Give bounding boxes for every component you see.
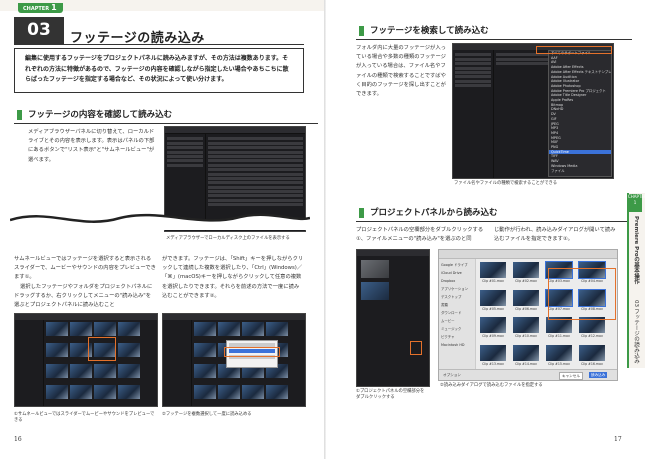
- file-name: Clip #14.mov: [515, 361, 537, 366]
- paragraph-1: メディアブラウザーパネルに切り替えて、ローカルドライブとその内容を表示します。表…: [28, 129, 155, 163]
- dialog-file-item[interactable]: Clip #15.mov: [544, 344, 574, 370]
- dialog-file-item[interactable]: Clip #12.mov: [577, 317, 607, 342]
- chapter-number: 1: [51, 3, 57, 12]
- dialog-sidebar-item[interactable]: ピクチャ: [439, 333, 475, 341]
- highlight-box-2: [224, 347, 280, 357]
- highlight-selected-files: [548, 268, 616, 320]
- heading-project-panel: プロジェクトパネルから読み込む: [356, 205, 632, 222]
- dialog-file-item[interactable]: Clip #02.mov: [511, 262, 541, 287]
- file-name: Clip #16.mov: [581, 361, 603, 366]
- dialog-file-item[interactable]: Clip #09.mov: [478, 317, 508, 342]
- file-thumbnail: [513, 289, 539, 306]
- heading-content-check: フッテージの内容を確認して読み込む: [14, 107, 318, 124]
- paragraph-3: ができます。フッテージは、「Shift」キーを押しながらクリックして連続した複数…: [162, 256, 304, 299]
- file-name: Clip #11.mov: [548, 334, 570, 338]
- import-button[interactable]: 読み込み: [589, 372, 608, 378]
- file-name: Clip #15.mov: [548, 361, 570, 366]
- page-number-right: 17: [614, 436, 622, 443]
- intro-box: 編集に使用するフッテージをプロジェクトパネルに読み込みますが、その方法は複数あり…: [14, 48, 304, 93]
- file-thumbnail: [480, 262, 506, 278]
- dialog-sidebar-item[interactable]: アプリケーション: [439, 285, 475, 293]
- caption-search: ファイル名やファイルの種類で検索することができる: [454, 181, 558, 186]
- file-thumbnail: [579, 344, 605, 361]
- dialog-sidebar-item[interactable]: Dropbox: [439, 277, 475, 285]
- highlight-search-field: [536, 46, 612, 54]
- dialog-sidebar-item[interactable]: 書類: [439, 301, 475, 309]
- dialog-file-item[interactable]: Clip #11.mov: [544, 317, 574, 342]
- dialog-file-item[interactable]: Clip #05.mov: [478, 289, 508, 315]
- file-thumbnail: [480, 317, 506, 333]
- file-name: Clip #09.mov: [482, 334, 504, 338]
- dialog-file-item[interactable]: Clip #10.mov: [511, 317, 541, 342]
- paragraph-project-a: プロジェクトパネルの空欄部分をダブルクリックする①、ファイルメニューの"読み込み…: [356, 227, 484, 243]
- paragraph-2a: サムネールビューではフッテージを選択すると表示されるスライダーで、ムービーやサウ…: [14, 256, 156, 281]
- caption-project-panel: ①プロジェクトパネルの空欄部分をダブルクリックする: [356, 389, 425, 400]
- caption-thumbnail: ①サムネールビューではスライダーでムービーやサウンドをプレビューできる: [14, 412, 155, 423]
- highlight-box-1: [88, 337, 116, 361]
- thumbnail-view-screenshot: [14, 313, 158, 407]
- side-chapter-badge: CHAPTER 1: [628, 194, 647, 212]
- dialog-file-item[interactable]: Clip #16.mov: [577, 344, 607, 370]
- paragraph-2b: 選択したフッテージやフォルダをプロジェクトパネルにドラッグするか、右クリックして…: [14, 284, 153, 309]
- caption-import-dialog: ②読み込みダイアログで読み込むファイルを指定する: [440, 383, 543, 388]
- panel-tabs: [165, 127, 305, 134]
- file-type-dropdown[interactable]: すべてのサポートファイル AAF AVI Adobe After Effects Ado…: [548, 50, 612, 177]
- book-gutter: [324, 0, 326, 459]
- title-rule: [14, 44, 304, 45]
- file-thumbnail: [513, 344, 539, 361]
- section-number: 03: [14, 17, 64, 44]
- page-number-left: 16: [14, 436, 22, 443]
- dialog-sidebar-item[interactable]: iCloud Drive: [439, 269, 475, 277]
- dialog-sidebar-item[interactable]: Google ドライブ: [439, 261, 475, 269]
- caption-multi-select: ②フッテージを複数選択して一度に読み込める: [162, 412, 252, 417]
- chapter-label: CHAPTER: [23, 6, 50, 12]
- side-section: 03 フッテージの読み込み: [633, 300, 639, 364]
- file-name: Clip #13.mov: [482, 361, 504, 366]
- file-thumbnail: [513, 317, 539, 333]
- file-name: Clip #02.mov: [515, 279, 537, 283]
- file-thumbnail: [480, 289, 506, 306]
- file-name: Clip #05.mov: [482, 306, 504, 311]
- dialog-sidebar-item[interactable]: ミュージック: [439, 325, 475, 333]
- dialog-file-item[interactable]: Clip #01.mov: [478, 262, 508, 287]
- dialog-sidebar-item[interactable]: デスクトップ: [439, 293, 475, 301]
- options-button[interactable]: オプション: [443, 372, 461, 378]
- project-panel-screenshot: [356, 249, 430, 387]
- page-tear-wave: [10, 213, 310, 230]
- chapter-tag: CHAPTER 1: [18, 3, 63, 13]
- file-thumbnail: [513, 262, 539, 278]
- dropdown-item[interactable]: Adobe After Effects テキストテンプレート: [549, 70, 611, 75]
- side-title: Premiere Proの基本操作: [633, 216, 639, 285]
- dialog-sidebar-item[interactable]: ダウンロード: [439, 309, 475, 317]
- dialog-sidebar-item[interactable]: ムービー: [439, 317, 475, 325]
- caption-media-browser: メディアブラウザーでローカルディスク上のファイルを表示する: [166, 236, 290, 241]
- file-thumbnail: [546, 344, 572, 361]
- file-name: Clip #12.mov: [581, 334, 603, 338]
- file-name: Clip #10.mov: [515, 334, 537, 338]
- dialog-sidebar-item[interactable]: Macintosh HD: [439, 341, 475, 349]
- highlight-empty-area: [410, 341, 422, 355]
- paragraph-project-b: じ動作が行われ、読み込みダイアログが開いて読み込むファイルを指定できます②。: [494, 227, 616, 243]
- dialog-file-item[interactable]: Clip #06.mov: [511, 289, 541, 315]
- dialog-sidebar: Google ドライブ iCloud Drive Dropbox アプリケーション デス…: [439, 259, 476, 373]
- book-spread: CHAPTER 1 03 フッテージの読み込み 編集に使用するフッテージをプロジェ…: [0, 0, 650, 459]
- file-name: Clip #01.mov: [482, 279, 504, 283]
- file-name: Clip #06.mov: [515, 306, 537, 311]
- dropdown-item[interactable]: ファイル: [549, 169, 611, 174]
- heading-search: フッテージを検索して読み込む: [356, 23, 632, 40]
- dialog-file-item[interactable]: Clip #13.mov: [478, 344, 508, 370]
- paragraph-search: フォルダ内に大量のフッテージが入っている場合や多数の種類のフッテージが入っている…: [356, 45, 446, 98]
- cancel-button[interactable]: キャンセル: [559, 372, 583, 380]
- dialog-file-item[interactable]: Clip #14.mov: [511, 344, 541, 370]
- file-thumbnail: [480, 344, 506, 361]
